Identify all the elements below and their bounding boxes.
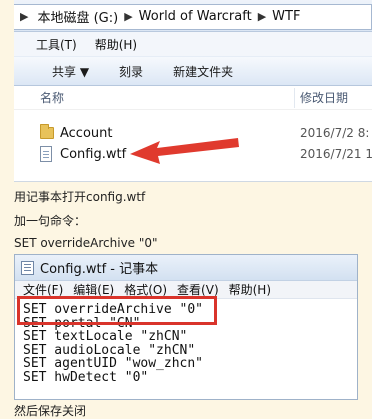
chevron-right-icon[interactable]: ▶ xyxy=(257,10,267,23)
menu-help[interactable]: 帮助(H) xyxy=(95,36,137,53)
file-date: 2016/7/21 1 xyxy=(300,147,372,161)
file-name: Config.wtf xyxy=(60,146,127,162)
breadcrumb-item-wtf[interactable]: WTF xyxy=(267,9,305,24)
folder-icon xyxy=(40,124,54,139)
notepad-window: Config.wtf - 记事本 文件(F) 编辑(E) 格式(O) 查看(V)… xyxy=(14,254,358,400)
instruction-step-open: 用记事本打开config.wtf xyxy=(14,190,146,204)
instruction-step-add: 加一句命令： xyxy=(14,214,87,228)
burn-button[interactable]: 刻录 xyxy=(119,63,143,80)
toolbar: 共享 ▼ 刻录 新建文件夹 xyxy=(14,56,372,86)
chevron-right-icon[interactable]: ▶ xyxy=(123,10,133,23)
column-name-header[interactable]: 名称 xyxy=(40,89,64,106)
address-bar: ▶ 本地磁盘 (G:) ▶ World of Warcraft ▶ WTF xyxy=(14,0,372,32)
column-date-header[interactable]: 修改日期 xyxy=(300,89,348,106)
notepad-title: Config.wtf - 记事本 xyxy=(40,262,159,277)
text-line: SET textLocale "zhCN" xyxy=(23,329,188,344)
breadcrumb[interactable]: ▶ 本地磁盘 (G:) ▶ World of Warcraft ▶ WTF xyxy=(14,3,372,30)
breadcrumb-item-wow[interactable]: World of Warcraft xyxy=(134,9,257,24)
file-name: Account xyxy=(60,125,113,141)
file-row-account[interactable]: Account 2016/7/2 8: xyxy=(14,122,372,144)
menu-bar: 工具(T) 帮助(H) xyxy=(14,32,372,56)
explorer-window: ▶ 本地磁盘 (G:) ▶ World of Warcraft ▶ WTF 工具… xyxy=(14,0,372,182)
text-line: SET agentUID "wow_zhcn" xyxy=(23,356,204,371)
notepad-icon xyxy=(21,260,34,275)
share-button[interactable]: 共享 ▼ xyxy=(52,63,89,80)
document-icon xyxy=(40,146,52,162)
text-line: SET audioLocale "zhCN" xyxy=(23,342,196,358)
notepad-title-bar: Config.wtf - 记事本 xyxy=(15,255,357,281)
file-date: 2016/7/2 8: xyxy=(300,126,370,140)
instruction-step-save: 然后保存关闭 xyxy=(14,404,87,418)
menu-help[interactable]: 帮助(H) xyxy=(229,281,271,298)
breadcrumb-item-drive[interactable]: 本地磁盘 (G:) xyxy=(32,7,123,26)
column-divider[interactable] xyxy=(294,88,295,108)
highlight-box xyxy=(17,296,217,325)
text-line: SET hwDetect "0" xyxy=(23,369,149,385)
new-folder-button[interactable]: 新建文件夹 xyxy=(173,63,233,80)
chevron-right-icon[interactable]: ▶ xyxy=(14,10,32,23)
instruction-command: SET overrideArchive "0" xyxy=(14,236,158,250)
file-row-config[interactable]: Config.wtf 2016/7/21 1 xyxy=(14,143,372,165)
menu-tools[interactable]: 工具(T) xyxy=(36,36,77,53)
column-header: 名称 修改日期 xyxy=(14,86,372,110)
